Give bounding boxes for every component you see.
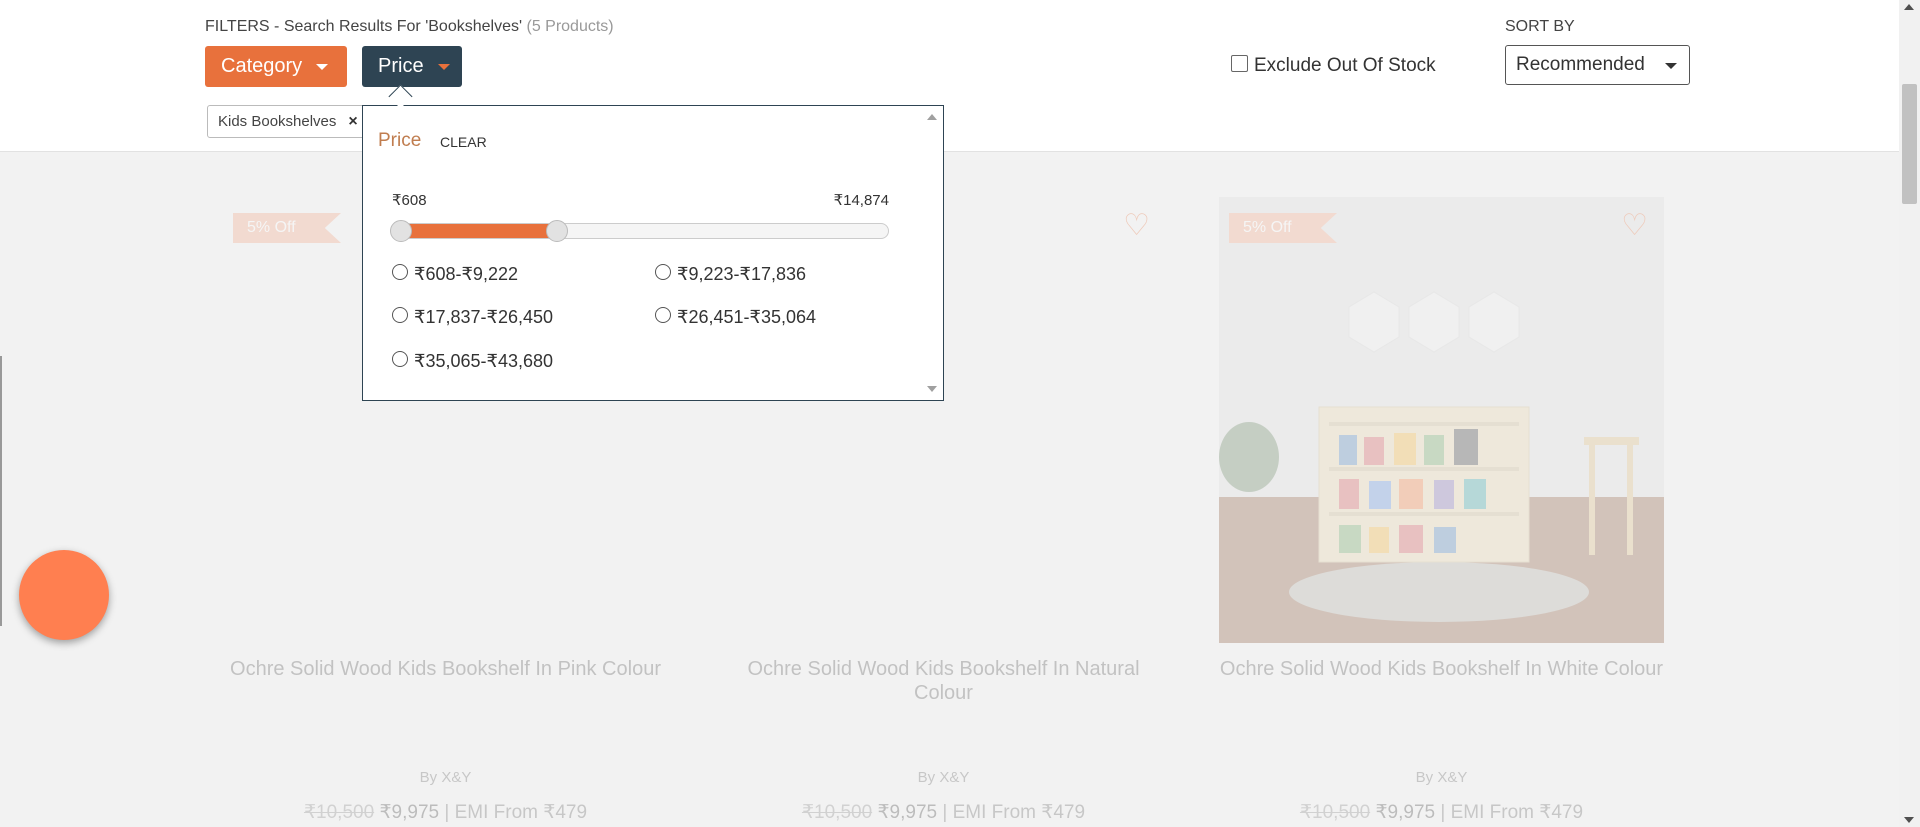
product-brand[interactable]: By X&Y [223,769,668,786]
price-option[interactable]: ₹17,837-₹26,450 [392,306,554,328]
caret-down-icon [437,63,450,70]
category-filter-button[interactable]: Category [205,46,347,87]
discount-badge: 5% Off [233,213,341,243]
price-option-label: ₹26,451-₹35,064 [677,307,817,327]
price-range-max: ₹14,874 [833,192,889,209]
product-title[interactable]: Ochre Solid Wood Kids Bookshelf In Pink … [223,657,668,681]
price-slider-max-handle[interactable] [545,220,568,242]
product-emi: | EMI From ₹479 [1440,802,1584,823]
product-sale-price: ₹9,975 [1375,802,1436,823]
category-button-label: Category [221,55,303,77]
product-grid: 5% Off Ochre Solid Wood Kids Bookshelf I… [0,152,1899,827]
chat-fab-icon[interactable] [19,550,109,640]
price-option-label: ₹608-₹9,222 [414,264,518,284]
heart-icon[interactable]: ♡ [1621,211,1648,241]
product-price: ₹10,500 ₹9,975 | EMI From ₹479 [223,801,668,824]
caret-down-icon [1665,63,1677,69]
price-option-radio[interactable] [655,306,671,323]
price-panel-scrollbar[interactable] [922,106,943,400]
product-title[interactable]: Ochre Solid Wood Kids Bookshelf In White… [1219,657,1664,681]
search-results-heading: FILTERS - Search Results For 'Bookshelve… [205,18,614,36]
page-scrollbar[interactable] [1899,0,1920,827]
product-brand[interactable]: By X&Y [721,769,1166,786]
price-option-radio[interactable] [392,306,408,323]
sort-select[interactable]: Recommended [1505,45,1690,85]
product-price: ₹10,500 ₹9,975 | EMI From ₹479 [721,801,1166,824]
price-option-label: ₹17,837-₹26,450 [414,307,554,327]
product-image[interactable] [1219,197,1664,643]
price-clear-button[interactable]: CLEAR [440,134,487,150]
product-title[interactable]: Ochre Solid Wood Kids Bookshelf In Natur… [721,657,1166,705]
scroll-down-icon[interactable] [927,386,937,392]
caret-down-icon [316,63,329,70]
price-filter-button[interactable]: Price [362,46,462,87]
product-mrp: ₹10,500 [1299,802,1371,823]
side-tab-edge [0,356,2,626]
price-button-label: Price [378,55,424,77]
filter-bar: FILTERS - Search Results For 'Bookshelve… [0,0,1899,152]
scroll-up-icon[interactable] [1904,4,1914,10]
product-card[interactable]: 5% Off ♡ Ochre Solid Wood Kids Bookshelf… [1219,197,1664,823]
product-count: (5 Products) [526,18,614,35]
exclude-out-of-stock-checkbox[interactable] [1231,54,1248,72]
close-icon[interactable]: × [348,113,357,131]
price-option[interactable]: ₹26,451-₹35,064 [655,306,817,328]
exclude-out-of-stock-toggle[interactable]: Exclude Out Of Stock [1231,54,1436,77]
chip-label: Kids Bookshelves [218,113,337,130]
price-panel-title: Price [378,130,422,151]
price-option-radio[interactable] [392,263,408,280]
product-mrp: ₹10,500 [303,802,375,823]
price-slider-fill [400,224,557,238]
scrollbar-thumb[interactable] [1902,84,1917,204]
price-filter-dropdown: Price CLEAR ₹608 ₹14,874 ₹608-₹9,222 ₹9,… [362,105,944,401]
product-brand[interactable]: By X&Y [1219,769,1664,786]
price-option[interactable]: ₹35,065-₹43,680 [392,350,554,372]
price-option[interactable]: ₹608-₹9,222 [392,263,518,285]
product-sale-price: ₹9,975 [379,802,440,823]
active-filter-chip: Kids Bookshelves × [207,105,367,138]
scroll-up-icon[interactable] [927,114,937,120]
product-price: ₹10,500 ₹9,975 | EMI From ₹479 [1219,801,1664,824]
product-mrp: ₹10,500 [801,802,873,823]
product-emi: | EMI From ₹479 [444,802,588,823]
price-option-radio[interactable] [392,350,408,367]
filters-prefix: FILTERS - Search Results For 'Bookshelve… [205,18,523,35]
price-option-label: ₹9,223-₹17,836 [677,264,806,284]
product-sale-price: ₹9,975 [877,802,938,823]
price-option-radio[interactable] [655,263,671,280]
scroll-down-icon[interactable] [1904,817,1914,823]
sort-by-label: SORT BY [1505,18,1575,35]
heart-icon[interactable]: ♡ [1123,211,1150,241]
bookshelf-photo [1219,197,1664,643]
price-range-min: ₹608 [392,192,427,209]
price-option[interactable]: ₹9,223-₹17,836 [655,263,806,285]
price-option-label: ₹35,065-₹43,680 [414,351,554,371]
price-slider-min-handle[interactable] [390,220,412,242]
product-emi: | EMI From ₹479 [942,802,1086,823]
exclude-out-of-stock-label: Exclude Out Of Stock [1254,55,1436,76]
sort-selected-value: Recommended [1516,54,1645,75]
